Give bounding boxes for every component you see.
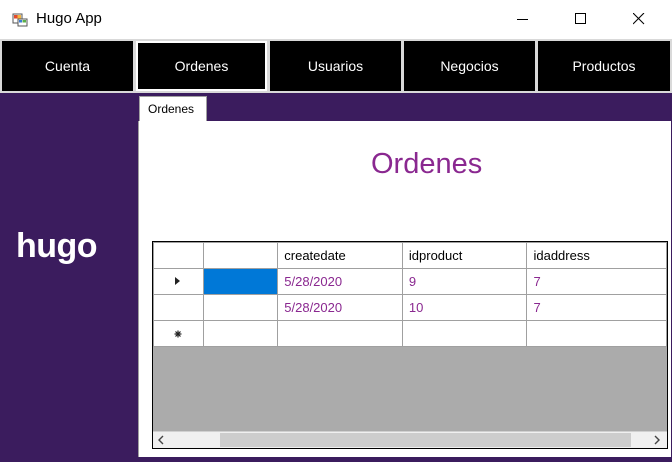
hugo-logo: hugo xyxy=(16,227,98,265)
cell-blank[interactable] xyxy=(202,268,279,295)
cell-createdate[interactable]: 5/28/2020 xyxy=(277,294,403,321)
new-cell[interactable] xyxy=(526,320,667,347)
main-area: hugo Ordenes Ordenes createdate idproduc… xyxy=(0,93,672,462)
grid-header-row: createdate idproduct idaddress xyxy=(153,242,667,269)
nav-negocios-button[interactable]: Negocios xyxy=(404,41,535,91)
row-header[interactable] xyxy=(153,320,204,347)
row-header[interactable] xyxy=(153,268,204,295)
grid-corner-cell xyxy=(153,242,204,269)
row-header[interactable] xyxy=(153,294,204,321)
nav-ordenes-button[interactable]: Ordenes xyxy=(136,41,267,91)
cell-createdate[interactable]: 5/28/2020 xyxy=(277,268,403,295)
column-header-blank[interactable] xyxy=(202,242,279,269)
maximize-button[interactable] xyxy=(558,0,604,39)
new-row[interactable] xyxy=(153,320,667,347)
nav-usuarios-button[interactable]: Usuarios xyxy=(270,41,401,91)
new-cell[interactable] xyxy=(277,320,403,347)
nav-productos-button[interactable]: Productos xyxy=(538,41,670,91)
tab-ordenes[interactable]: Ordenes xyxy=(139,96,207,122)
scrollbar-thumb[interactable] xyxy=(220,433,631,447)
close-button[interactable] xyxy=(616,0,662,39)
cell-idaddress[interactable]: 7 xyxy=(526,294,667,321)
close-icon xyxy=(633,13,645,25)
minimize-button[interactable] xyxy=(500,0,546,39)
window-title: Hugo App xyxy=(36,10,102,27)
horizontal-scrollbar[interactable] xyxy=(153,431,667,448)
cell-idproduct[interactable]: 9 xyxy=(401,268,528,295)
app-icon xyxy=(12,13,28,27)
nav-bar: Cuenta Ordenes Usuarios Negocios Product… xyxy=(0,39,672,93)
current-row-icon xyxy=(175,277,181,285)
tab-panel-ordenes: Ordenes createdate idproduct idaddress 5… xyxy=(138,121,671,457)
scroll-right-icon[interactable] xyxy=(653,435,661,445)
cell-blank[interactable] xyxy=(202,294,279,321)
page-title: Ordenes xyxy=(371,148,483,180)
title-bar: Hugo App xyxy=(0,0,672,39)
table-row[interactable]: 5/28/2020 10 7 xyxy=(153,294,667,321)
orders-grid[interactable]: createdate idproduct idaddress 5/28/2020… xyxy=(152,241,668,449)
cell-idaddress[interactable]: 7 xyxy=(526,268,667,295)
cell-idproduct[interactable]: 10 xyxy=(401,294,528,321)
minimize-icon xyxy=(517,19,528,20)
column-header-idaddress[interactable]: idaddress xyxy=(526,242,667,269)
scroll-left-icon[interactable] xyxy=(157,435,165,445)
maximize-icon xyxy=(575,13,586,24)
column-header-idproduct[interactable]: idproduct xyxy=(401,242,528,269)
new-cell[interactable] xyxy=(202,320,279,347)
new-cell[interactable] xyxy=(401,320,528,347)
nav-cuenta-button[interactable]: Cuenta xyxy=(2,41,133,91)
column-header-createdate[interactable]: createdate xyxy=(277,242,403,269)
orders-table: createdate idproduct idaddress 5/28/2020… xyxy=(153,242,667,347)
table-row[interactable]: 5/28/2020 9 7 xyxy=(153,268,667,295)
new-row-icon xyxy=(174,330,182,338)
